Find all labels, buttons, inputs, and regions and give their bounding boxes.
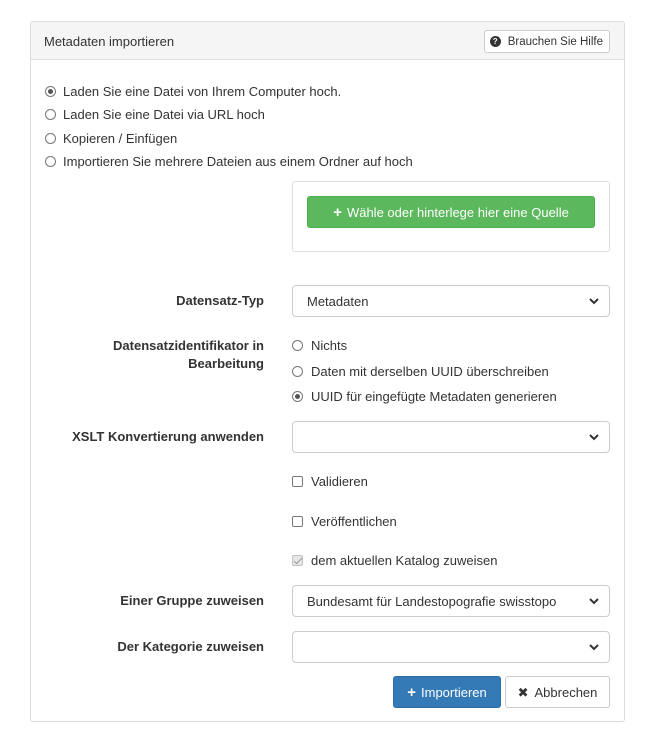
source-option-url[interactable]: Laden Sie eine Datei via URL hoch [45,107,265,122]
radio-generate[interactable] [292,391,303,402]
record-type-value: Metadaten [307,293,369,309]
radio-overwrite[interactable] [292,366,303,377]
radio-paste[interactable] [45,133,56,144]
identifier-label-line2: Bearbeitung [188,356,264,371]
chevron-down-icon [589,298,599,305]
identifier-label-line1: Datensatzidentifikator in [113,338,264,353]
group-select[interactable]: Bundesamt für Landestopografie swisstopo [292,585,610,617]
panel-heading: Metadaten importieren ? Brauchen Sie Hil… [31,22,624,60]
identifier-option-label: Nichts [311,338,348,353]
catalog-option: dem aktuellen Katalog zuweisen [292,553,497,568]
source-option-label: Laden Sie eine Datei via URL hoch [63,107,265,122]
group-value: Bundesamt für Landestopografie swisstopo [307,593,557,609]
identifier-option-overwrite[interactable]: Daten mit derselben UUID überschreiben [292,364,549,379]
source-option-label: Kopieren / Einfügen [63,131,178,146]
choose-source-button[interactable]: + Wähle oder hinterlege hier eine Quelle [307,196,595,228]
record-type-select[interactable]: Metadaten [292,285,610,317]
validate-checkbox[interactable] [292,476,303,487]
identifier-option-generate[interactable]: UUID für eingefügte Metadaten generieren [292,389,557,404]
panel-title: Metadaten importieren [44,34,175,49]
import-button-label: Importieren [421,684,487,700]
source-option-folder[interactable]: Importieren Sie mehrere Dateien aus eine… [45,154,413,169]
plus-icon: + [333,203,342,221]
chevron-down-icon [589,598,599,605]
source-option-computer[interactable]: Laden Sie eine Datei von Ihrem Computer … [45,84,341,99]
identifier-label: Datensatzidentifikator in Bearbeitung [113,337,264,373]
record-type-label: Datensatz-Typ [176,293,264,308]
source-option-label: Laden Sie eine Datei von Ihrem Computer … [63,84,342,99]
catalog-checkbox [292,555,303,566]
publish-option[interactable]: Veröffentlichen [292,514,397,529]
radio-nothing[interactable] [292,340,303,351]
category-label: Der Kategorie zuweisen [117,639,264,654]
plus-icon: + [407,683,416,701]
cancel-button-label: Abbrechen [534,684,598,700]
identifier-option-label: UUID für eingefügte Metadaten generieren [311,389,557,404]
chevron-down-icon [589,434,599,441]
xslt-label: XSLT Konvertierung anwenden [72,429,264,444]
choose-source-label: Wähle oder hinterlege hier eine Quelle [346,204,569,220]
radio-url[interactable] [45,109,56,120]
import-button[interactable]: + Importieren [393,676,501,708]
close-icon: ✖ [517,684,529,700]
source-option-label: Importieren Sie mehrere Dateien aus eine… [63,154,413,169]
identifier-option-nothing[interactable]: Nichts [292,338,347,353]
identifier-option-label: Daten mit derselben UUID überschreiben [311,364,549,379]
catalog-label: dem aktuellen Katalog zuweisen [311,553,498,568]
radio-folder[interactable] [45,156,56,167]
xslt-select[interactable] [292,421,610,453]
source-dropzone: + Wähle oder hinterlege hier eine Quelle [292,181,610,252]
cancel-button[interactable]: ✖ Abbrechen [505,676,610,708]
validate-label: Validieren [311,474,368,489]
help-button-label: Brauchen Sie Hilfe [507,35,603,48]
validate-option[interactable]: Validieren [292,474,368,489]
question-icon: ? [489,36,501,47]
publish-checkbox[interactable] [292,516,303,527]
publish-label: Veröffentlichen [311,514,397,529]
source-option-paste[interactable]: Kopieren / Einfügen [45,131,177,146]
chevron-down-icon [589,644,599,651]
help-button[interactable]: ? Brauchen Sie Hilfe [483,30,610,53]
group-label: Einer Gruppe zuweisen [120,593,264,608]
category-select[interactable] [292,631,610,663]
radio-computer[interactable] [45,86,56,97]
